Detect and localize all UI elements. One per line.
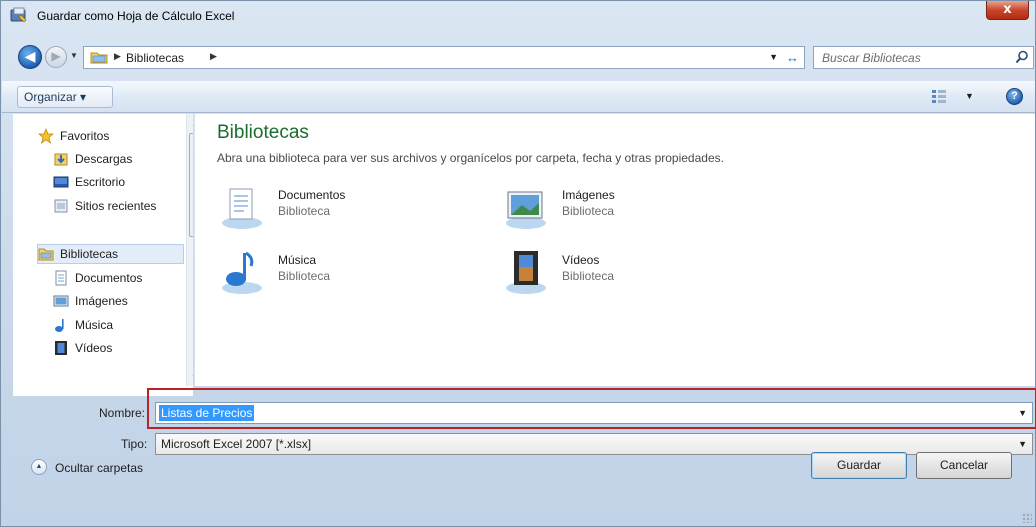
filename-value[interactable]: Listas de Precios [159, 405, 255, 421]
sidebar-item-recent-places[interactable]: Sitios recientes [53, 197, 187, 217]
library-type: Biblioteca [278, 204, 331, 218]
breadcrumb-separator-icon[interactable]: ▶ [114, 51, 121, 62]
recent-places-icon [54, 199, 68, 213]
desktop-icon [53, 176, 69, 188]
window-title: Guardar como Hoja de Cálculo Excel [37, 9, 235, 23]
sidebar-item-desktop[interactable]: Escritorio [53, 173, 183, 193]
sidebar-item-label: Documentos [75, 271, 143, 285]
sidebar-item-videos[interactable]: Vídeos [53, 339, 183, 359]
library-type: Biblioteca [562, 204, 615, 218]
library-name: Documentos [278, 188, 346, 202]
sidebar-scrollbar[interactable]: ▲ ≡ ▼ [186, 114, 193, 386]
recent-pages-chevron-icon[interactable]: ▼ [70, 51, 78, 60]
documents-library-icon [222, 188, 262, 229]
title-bar: Guardar como Hoja de Cálculo Excel x [1, 1, 1035, 31]
change-view-icon[interactable] [932, 90, 946, 103]
sidebar-item-music[interactable]: Música [53, 316, 183, 336]
pictures-icon [53, 295, 69, 307]
libraries-icon [38, 248, 54, 261]
organize-button[interactable]: Organizar ▾ [17, 86, 113, 108]
documents-icon [55, 270, 67, 286]
sidebar-item-label: Sitios recientes [75, 199, 157, 213]
videos-library-icon [506, 251, 546, 294]
library-name: Música [278, 253, 317, 267]
sidebar-item-label: Descargas [75, 152, 133, 166]
library-name: Vídeos [562, 253, 600, 267]
sidebar-item-favorites[interactable]: Favoritos [38, 127, 178, 147]
hide-folders-label: Ocultar carpetas [55, 461, 144, 475]
music-library-icon [222, 251, 262, 294]
pictures-library-icon [506, 191, 546, 229]
file-type-dropdown-icon[interactable]: ▼ [1018, 439, 1027, 449]
address-dropdown-icon[interactable]: ▼ [769, 52, 778, 62]
filename-dropdown-icon[interactable]: ▼ [1018, 408, 1027, 418]
scroll-up-arrow-icon[interactable]: ▲ [191, 119, 193, 128]
sidebar-item-label: Vídeos [75, 341, 113, 355]
resize-grip-icon[interactable] [1022, 513, 1032, 523]
file-type-value: Microsoft Excel 2007 [*.xlsx] [161, 437, 312, 451]
refresh-icon[interactable]: ↔ [786, 50, 799, 65]
help-icon[interactable]: ? [1006, 88, 1023, 105]
videos-icon [55, 341, 67, 355]
search-input[interactable]: Buscar Bibliotecas [813, 46, 1034, 69]
library-pictures[interactable]: Imágenes Biblioteca [502, 183, 752, 231]
close-button[interactable]: x [986, 1, 1029, 20]
page-subtitle: Abra una biblioteca para ver sus archivo… [217, 151, 724, 165]
scroll-down-arrow-icon[interactable]: ▼ [191, 373, 193, 382]
content-pane: Bibliotecas Abra una biblioteca para ver… [194, 114, 1035, 386]
command-bar: Organizar ▾ ▼ ? [2, 81, 1035, 113]
sidebar-item-label: Favoritos [60, 129, 110, 143]
save-dialog-icon [10, 7, 27, 23]
sidebar-item-label: Imágenes [75, 294, 128, 308]
library-name: Imágenes [562, 188, 615, 202]
view-options-chevron-icon[interactable]: ▼ [965, 91, 974, 101]
sidebar-item-label: Música [75, 318, 114, 332]
sidebar-item-label: Escritorio [75, 175, 126, 189]
library-type: Biblioteca [562, 269, 615, 283]
navigation-pane: Favoritos Descargas Escritorio Sitios re… [13, 114, 193, 386]
libraries-folder-icon [90, 52, 108, 64]
save-as-dialog: Guardar como Hoja de Cálculo Excel x ◀ ▶… [0, 0, 1036, 527]
scrollbar-thumb[interactable]: ≡ [189, 133, 193, 237]
sidebar-item-pictures[interactable]: Imágenes [53, 292, 183, 312]
music-icon [55, 319, 64, 332]
library-videos[interactable]: Vídeos Biblioteca [502, 248, 752, 296]
library-music[interactable]: Música Biblioteca [218, 248, 468, 296]
page-title: Bibliotecas [217, 122, 309, 143]
search-placeholder: Buscar Bibliotecas [822, 51, 921, 65]
sidebar-item-documents[interactable]: Documentos [53, 269, 183, 289]
filename-label: Nombre: [99, 406, 146, 420]
filename-field[interactable]: Listas de Precios ▼ [155, 402, 1033, 424]
breadcrumb-separator-icon[interactable]: ▶ [210, 51, 217, 62]
sidebar-item-libraries[interactable]: Bibliotecas [37, 244, 184, 264]
save-button[interactable]: Guardar [811, 452, 907, 479]
forward-arrow-icon[interactable]: ▶ [45, 46, 67, 68]
downloads-icon [54, 153, 68, 166]
address-row: ◀ ▶ ▼ ▶ Bibliotecas ▶ ▼ ↔ Buscar Bibliot… [1, 43, 1035, 71]
sidebar-item-downloads[interactable]: Descargas [53, 150, 183, 170]
star-icon [38, 128, 54, 144]
sidebar-item-label: Bibliotecas [60, 247, 119, 261]
search-icon[interactable] [1015, 50, 1029, 64]
hide-folders-button[interactable]: ▲ Ocultar carpetas [31, 459, 161, 479]
cancel-button[interactable]: Cancelar [916, 452, 1012, 479]
back-arrow-icon[interactable]: ◀ [18, 45, 42, 69]
breadcrumb-libraries[interactable]: Bibliotecas [126, 51, 184, 65]
address-bar[interactable]: ▶ Bibliotecas ▶ ▼ ↔ [83, 46, 805, 69]
file-type-label: Tipo: [121, 437, 148, 451]
library-type: Biblioteca [278, 269, 331, 283]
chevron-up-icon: ▲ [31, 459, 47, 475]
library-documents[interactable]: Documentos Biblioteca [218, 183, 468, 231]
